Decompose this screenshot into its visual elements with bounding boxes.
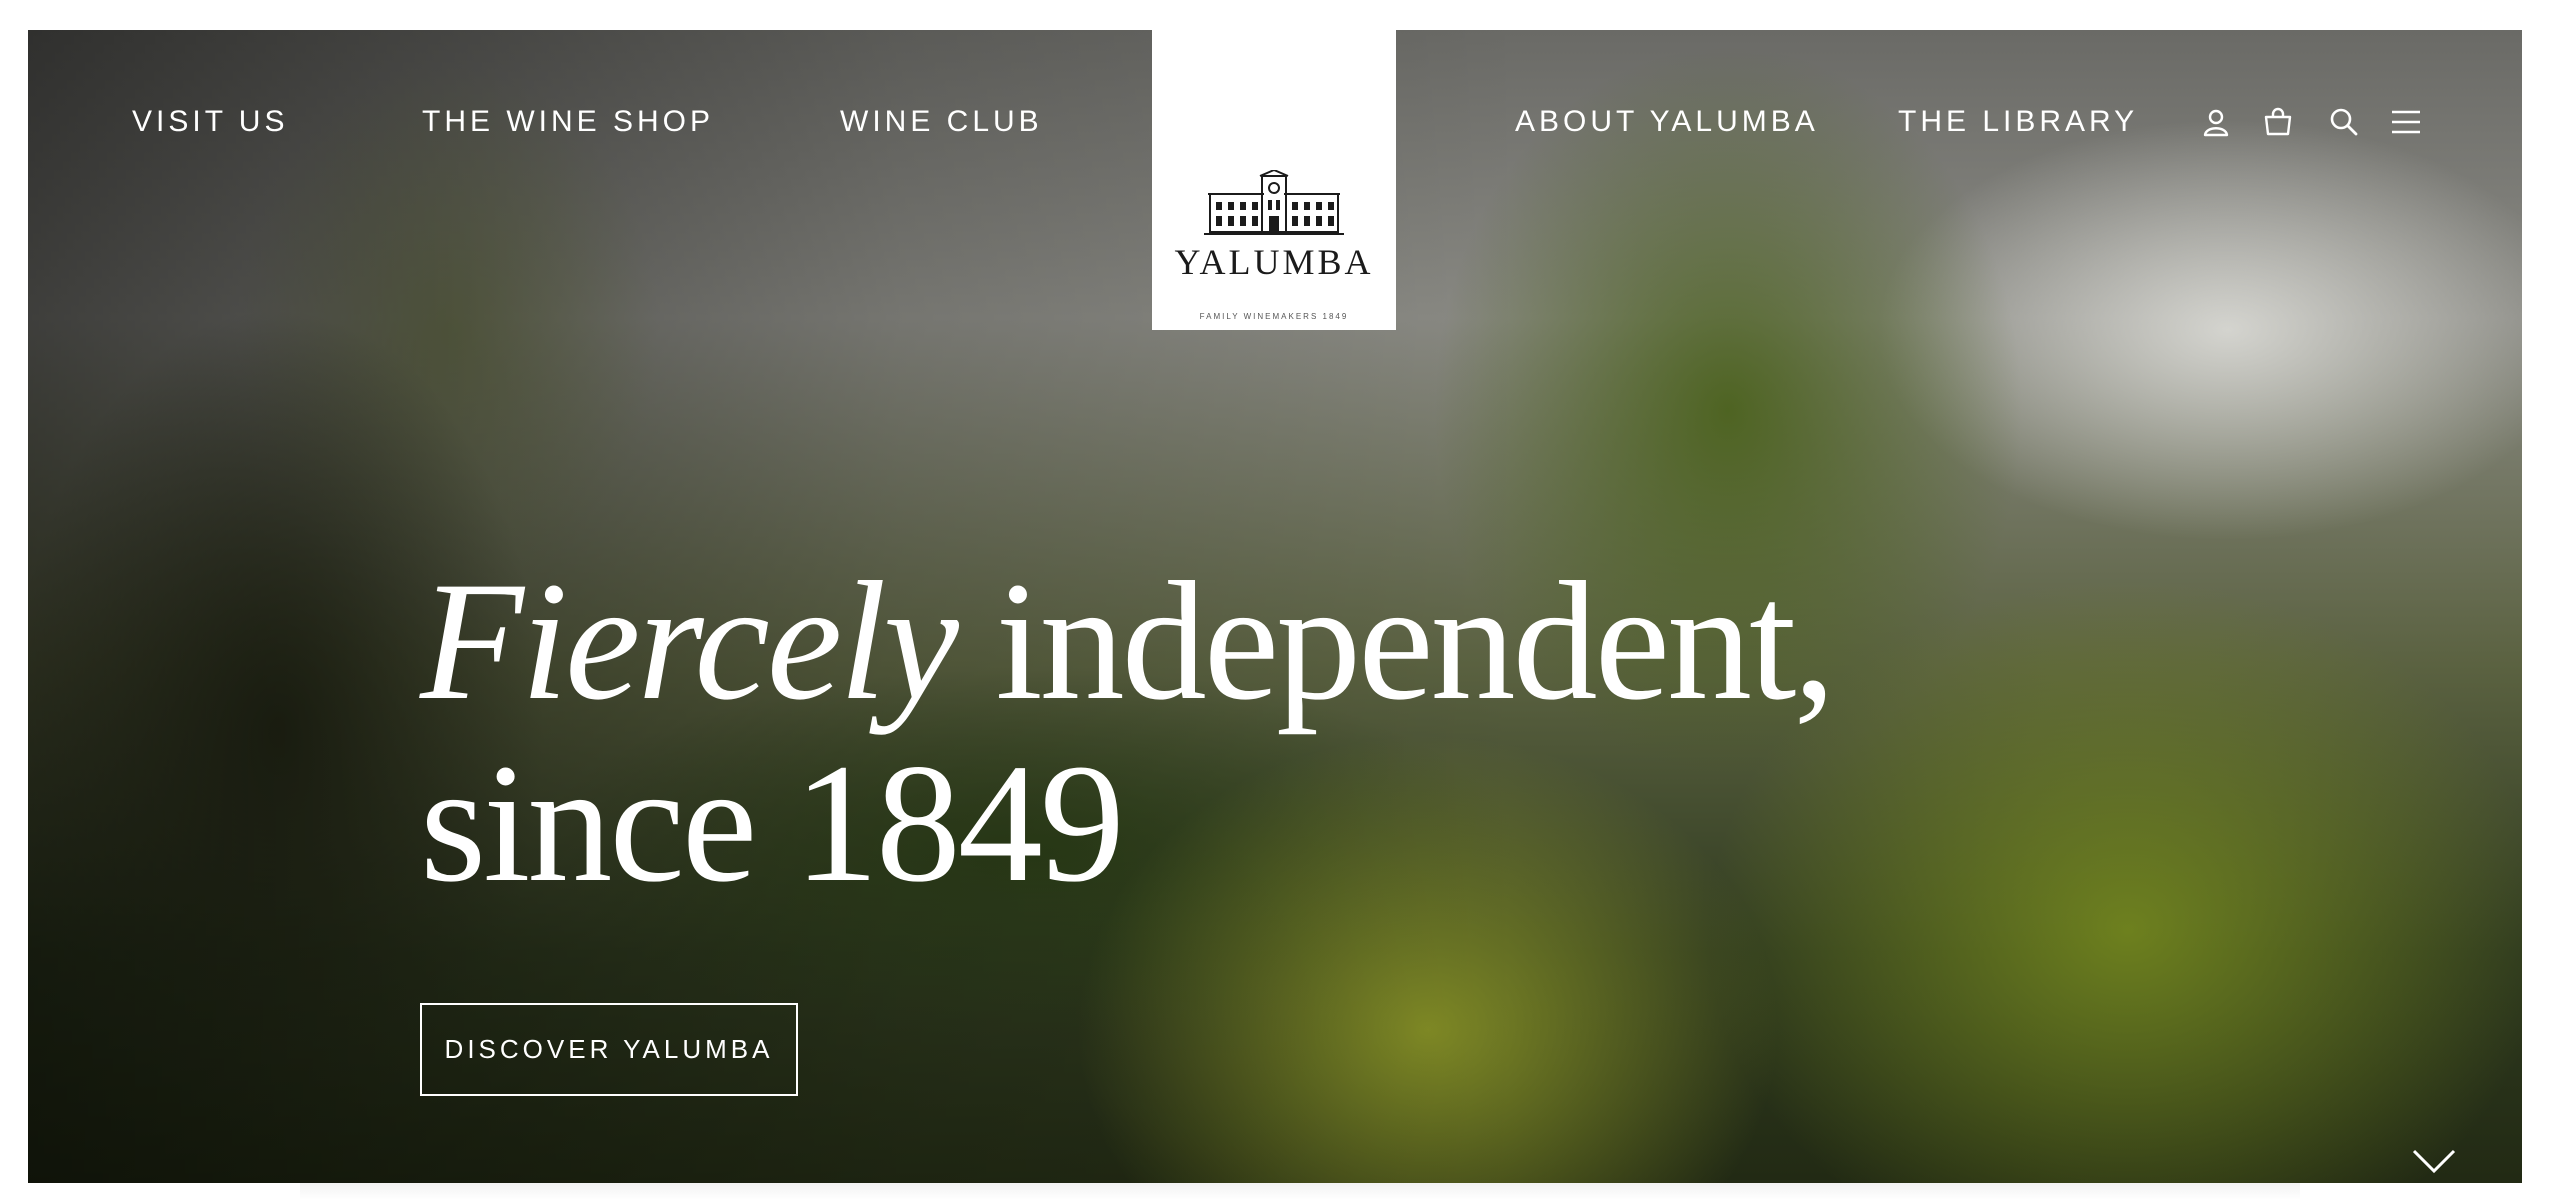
hero-headline-line2: since 1849 (420, 729, 1125, 917)
winery-building-icon (1204, 170, 1344, 235)
account-icon[interactable] (2200, 106, 2232, 138)
shopping-bag-icon[interactable] (2262, 106, 2294, 138)
nav-wine-club[interactable]: WINE CLUB (840, 104, 1043, 140)
divider (300, 1183, 2300, 1200)
nav-the-library[interactable]: THE LIBRARY (1898, 104, 2138, 140)
hero-headline: Fiercely independent, since 1849 (420, 547, 1836, 917)
nav-about-yalumba[interactable]: ABOUT YALUMBA (1515, 104, 1819, 140)
nav-wine-shop[interactable]: THE WINE SHOP (422, 104, 714, 140)
logo-wordmark: YALUMBA (1174, 242, 1374, 282)
chevron-down-icon[interactable] (2412, 1148, 2456, 1174)
logo-tagline: FAMILY WINEMAKERS 1849 (1199, 312, 1349, 321)
menu-icon[interactable] (2390, 106, 2422, 138)
hero-headline-line1: Fiercely independent, (420, 547, 1836, 735)
hero-headline-rest: independent, (955, 547, 1835, 735)
logo[interactable]: YALUMBA FAMILY WINEMAKERS 1849 (1152, 30, 1396, 330)
discover-yalumba-button[interactable]: DISCOVER YALUMBA (420, 1003, 798, 1096)
hero-headline-italic: Fiercely (420, 547, 959, 735)
search-icon[interactable] (2328, 106, 2360, 138)
nav-visit-us[interactable]: VISIT US (132, 104, 288, 140)
